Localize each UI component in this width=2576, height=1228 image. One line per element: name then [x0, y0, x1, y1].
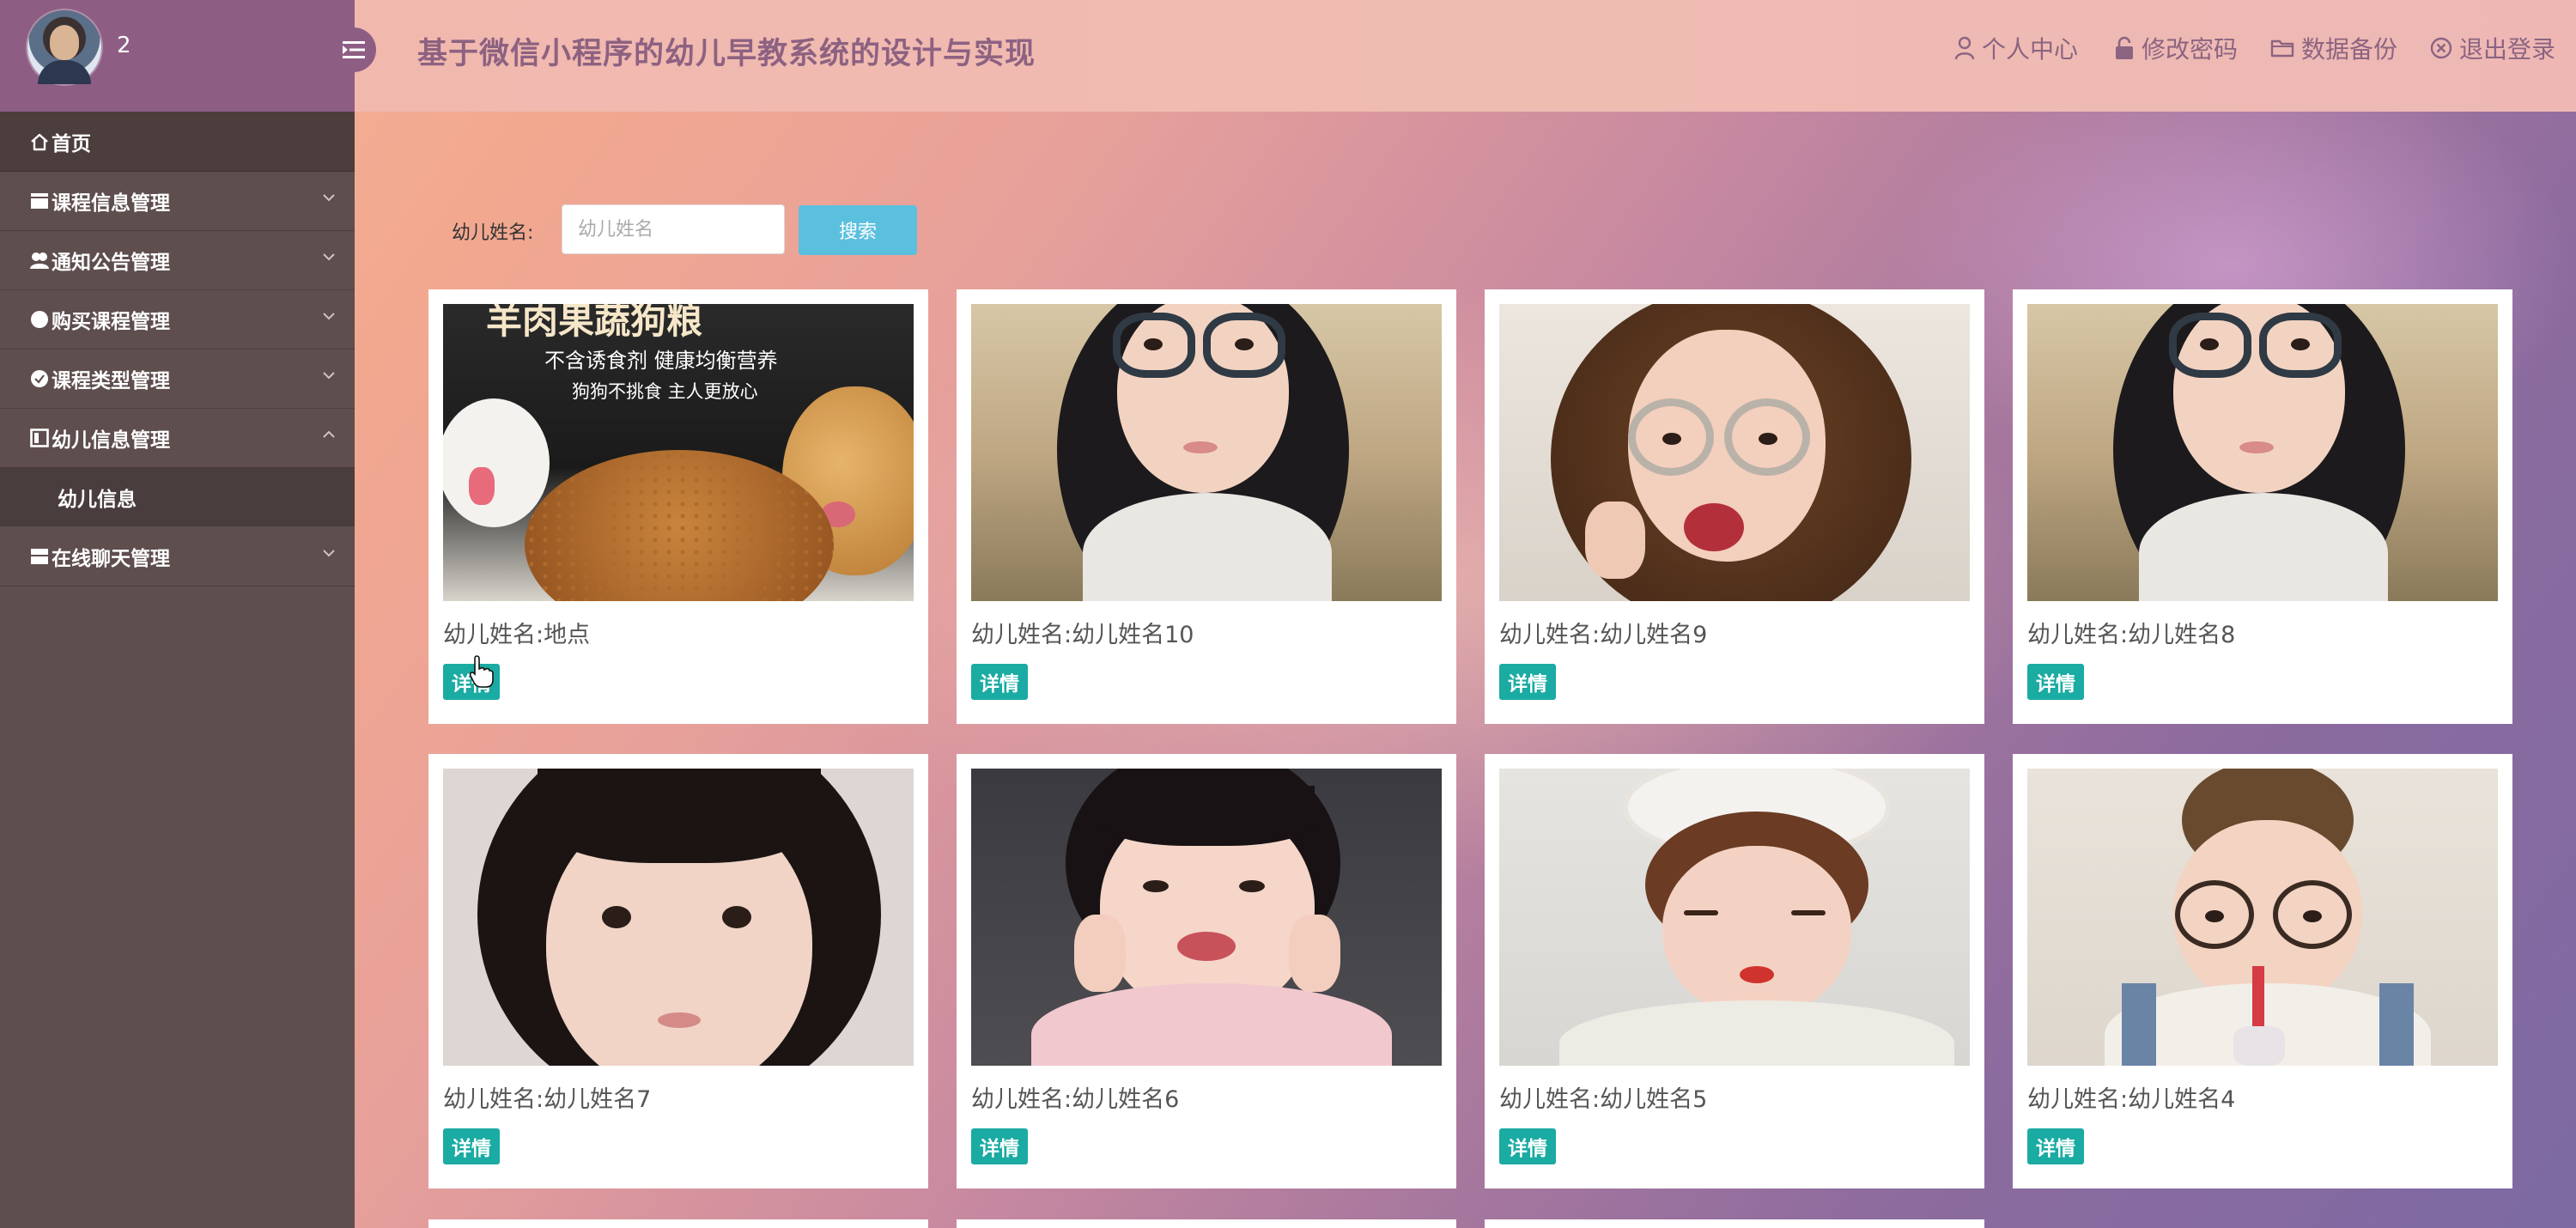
avatar[interactable]: [27, 10, 101, 84]
child-photo[interactable]: [443, 769, 914, 1066]
chevron-down-icon: [323, 194, 335, 202]
sidebar-subitem-child-list[interactable]: 幼儿信息: [0, 467, 355, 526]
nav-change-password[interactable]: 修改密码: [2114, 31, 2238, 65]
detail-button[interactable]: 详情: [2027, 1128, 2084, 1164]
detail-button[interactable]: 详情: [2027, 664, 2084, 700]
user-name: 2: [117, 33, 131, 58]
close-circle-icon: [2430, 37, 2452, 59]
book-icon: [29, 191, 50, 211]
detail-button[interactable]: 详情: [1499, 664, 1556, 700]
child-card: 幼儿姓名:幼儿姓名4 详情: [2013, 754, 2512, 1188]
check-circle-icon: [29, 368, 50, 389]
child-name-caption: 幼儿姓名:幼儿姓名6: [971, 1086, 1180, 1113]
sidebar-item-purchase[interactable]: 购买课程管理: [0, 289, 355, 350]
child-name-caption: 幼儿姓名:幼儿姓名8: [2027, 622, 2236, 648]
sidebar-subitem-child-list-label: 幼儿信息: [58, 488, 137, 511]
nav-logout[interactable]: 退出登录: [2430, 31, 2555, 65]
users-icon: [29, 250, 50, 271]
child-name-caption: 幼儿姓名:幼儿姓名10: [971, 622, 1194, 648]
menu-collapse-icon: [343, 41, 365, 58]
detail-button[interactable]: 详情: [1499, 1128, 1556, 1164]
chevron-down-icon: [323, 313, 335, 320]
child-card: 羊肉果蔬狗粮 不含诱食剂 健康均衡营养 狗狗不挑食 主人更放心 幼儿姓名:地点 …: [428, 289, 928, 724]
child-card: 幼儿姓名:幼儿姓名5 详情: [1485, 754, 1984, 1188]
detail-button[interactable]: 详情: [971, 664, 1028, 700]
search-button[interactable]: 搜索: [799, 205, 917, 255]
sidebar-item-course-info[interactable]: 课程信息管理: [0, 171, 355, 231]
system-title: 基于微信小程序的幼儿早教系统的设计与实现: [417, 37, 1036, 71]
poster-line: 不含诱食剂 健康均衡营养: [544, 349, 778, 373]
nav-change-password-label: 修改密码: [2142, 35, 2239, 64]
child-card: 幼儿姓名:幼儿姓名10 详情: [957, 289, 1456, 724]
top-header: 2 基于微信小程序的幼儿早教系统的设计与实现 个人中心 修改密码 数据备份 退出…: [0, 0, 2576, 112]
sidebar-item-chat-label: 在线聊天管理: [52, 547, 170, 570]
child-name-caption: 幼儿姓名:幼儿姓名9: [1499, 622, 1708, 648]
sidebar-item-course-info-label: 课程信息管理: [52, 191, 170, 215]
detail-button[interactable]: 详情: [443, 1128, 500, 1164]
user-icon: [1954, 36, 1975, 60]
sidebar-item-home-label: 首页: [52, 132, 91, 155]
nav-personal-center-label: 个人中心: [1982, 35, 2079, 64]
child-photo[interactable]: [971, 769, 1442, 1066]
lock-icon: [2116, 36, 2133, 59]
child-photo[interactable]: [971, 304, 1442, 601]
sidebar-item-home[interactable]: 首页: [0, 112, 355, 172]
search-label: 幼儿姓名:: [452, 222, 534, 244]
child-name-caption: 幼儿姓名:幼儿姓名4: [2027, 1086, 2236, 1113]
sidebar-item-notice[interactable]: 通知公告管理: [0, 230, 355, 290]
sidebar-item-child-info-label: 幼儿信息管理: [52, 429, 170, 452]
child-name-caption: 幼儿姓名:幼儿姓名7: [443, 1086, 652, 1113]
child-card-partial: [1485, 1219, 1984, 1228]
detail-button[interactable]: 详情: [971, 1128, 1028, 1164]
poster-headline: 羊肉果蔬狗粮: [486, 304, 703, 342]
poster-line: 狗狗不挑食 主人更放心: [572, 381, 758, 402]
child-photo[interactable]: 羊肉果蔬狗粮 不含诱食剂 健康均衡营养 狗狗不挑食 主人更放心: [443, 304, 914, 601]
child-name-search-input[interactable]: [562, 204, 785, 254]
chat-icon: [29, 546, 50, 567]
chevron-down-icon: [323, 253, 335, 261]
child-name-caption: 幼儿姓名:幼儿姓名5: [1499, 1086, 1708, 1113]
hand-pointer-cursor-icon: [469, 655, 494, 688]
child-name-caption: 幼儿姓名:地点: [443, 622, 591, 648]
sidebar-item-course-type[interactable]: 课程类型管理: [0, 349, 355, 409]
folder-icon: [2270, 40, 2294, 58]
child-card: 幼儿姓名:幼儿姓名6 详情: [957, 754, 1456, 1188]
chevron-down-icon: [323, 550, 335, 557]
child-card-partial: [428, 1219, 928, 1228]
chevron-up-icon: [323, 430, 335, 438]
child-card: 幼儿姓名:幼儿姓名8 详情: [2013, 289, 2512, 724]
sidebar-item-chat[interactable]: 在线聊天管理: [0, 526, 355, 587]
child-photo[interactable]: [2027, 769, 2498, 1066]
child-card: 幼儿姓名:幼儿姓名9 详情: [1485, 289, 1984, 724]
id-card-icon: [29, 428, 50, 448]
sidebar-item-notice-label: 通知公告管理: [52, 251, 170, 274]
sidebar-item-course-type-label: 课程类型管理: [52, 369, 170, 392]
sidebar: 首页 课程信息管理 通知公告管理 购买课程管理 课程类型管理 幼儿信息管理 幼儿…: [0, 112, 355, 1228]
chevron-down-icon: [323, 372, 335, 380]
child-card-partial: [957, 1219, 1456, 1228]
sidebar-item-child-info[interactable]: 幼儿信息管理: [0, 408, 355, 468]
home-icon: [29, 131, 50, 152]
child-card: 幼儿姓名:幼儿姓名7 详情: [428, 754, 928, 1188]
header-user-panel: 2: [0, 0, 355, 112]
nav-logout-label: 退出登录: [2459, 35, 2556, 64]
nav-data-backup[interactable]: 数据备份: [2270, 31, 2397, 65]
child-photo[interactable]: [1499, 304, 1970, 601]
sidebar-toggle-button[interactable]: [331, 27, 376, 72]
circle-icon: [29, 309, 50, 330]
sidebar-item-purchase-label: 购买课程管理: [52, 310, 170, 333]
child-photo[interactable]: [1499, 769, 1970, 1066]
child-photo[interactable]: [2027, 304, 2498, 601]
nav-data-backup-label: 数据备份: [2301, 35, 2398, 64]
nav-personal-center[interactable]: 个人中心: [1954, 31, 2078, 65]
